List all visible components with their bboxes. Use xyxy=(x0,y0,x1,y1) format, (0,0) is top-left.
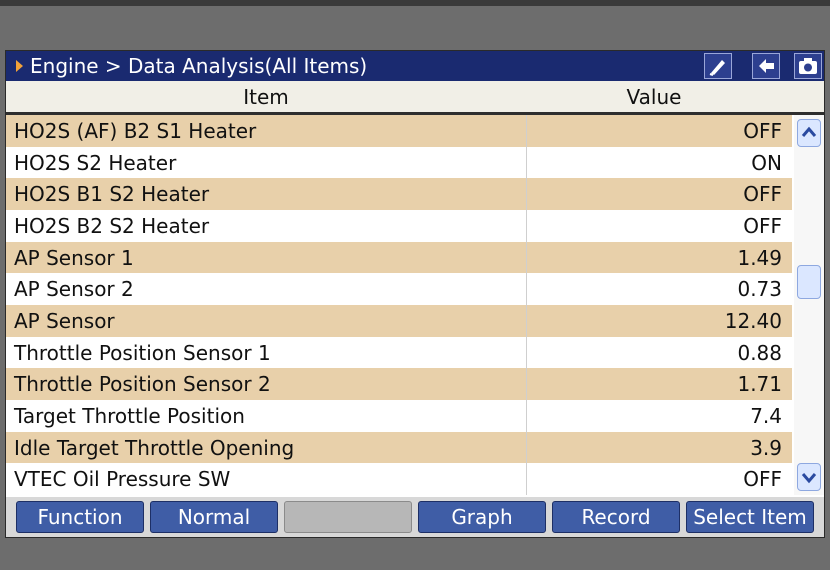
back-arrow-icon[interactable] xyxy=(752,53,780,79)
item-name: HO2S (AF) B2 S1 Heater xyxy=(14,119,257,143)
item-name: Idle Target Throttle Opening xyxy=(14,435,295,460)
item-value: 0.73 xyxy=(737,277,782,302)
column-divider xyxy=(526,209,527,242)
value-column-header: Value xyxy=(626,85,682,109)
column-divider xyxy=(526,146,527,179)
column-divider xyxy=(526,178,527,210)
scroll-thumb[interactable] xyxy=(797,265,821,299)
pen-icon[interactable] xyxy=(704,53,732,79)
table-row[interactable]: Throttle Position Sensor 1 0.88 xyxy=(6,336,792,369)
column-divider xyxy=(526,115,527,147)
item-name: Target Throttle Position xyxy=(14,403,245,428)
select-item-button[interactable]: Select Item xyxy=(686,501,814,533)
item-value: OFF xyxy=(743,182,782,207)
item-name: VTEC Oil Pressure SW xyxy=(14,467,231,492)
breadcrumb-arrow-icon xyxy=(16,60,23,72)
column-divider xyxy=(526,399,527,432)
item-name: Throttle Position Sensor 1 xyxy=(14,340,271,365)
item-value: 1.71 xyxy=(737,372,782,397)
top-strip xyxy=(0,0,830,6)
table-row[interactable]: AP Sensor 2 0.73 xyxy=(6,273,792,305)
item-name: AP Sensor 2 xyxy=(14,277,134,302)
table-row[interactable]: Throttle Position Sensor 2 1.71 xyxy=(6,368,792,400)
column-divider xyxy=(526,241,527,274)
table-row[interactable]: HO2S (AF) B2 S1 Heater OFF xyxy=(6,115,792,147)
column-divider xyxy=(526,273,527,305)
table-row[interactable]: HO2S S2 Heater ON xyxy=(6,146,792,179)
table-header: Item Value xyxy=(6,81,824,115)
blank-button[interactable] xyxy=(284,501,412,533)
column-divider xyxy=(526,368,527,400)
camera-icon[interactable] xyxy=(794,53,822,79)
table-row[interactable]: AP Sensor 12.40 xyxy=(6,304,792,337)
item-column-header: Item xyxy=(243,85,289,109)
column-divider xyxy=(526,304,527,337)
item-name: HO2S B1 S2 Heater xyxy=(14,182,210,207)
item-value: OFF xyxy=(743,119,782,143)
item-value: 12.40 xyxy=(724,308,782,333)
table-row[interactable]: Idle Target Throttle Opening 3.9 xyxy=(6,431,792,464)
vertical-scrollbar[interactable] xyxy=(794,115,824,495)
item-value: OFF xyxy=(743,467,782,492)
scroll-down-button[interactable] xyxy=(797,463,821,491)
item-value: 0.88 xyxy=(737,340,782,365)
item-value: 1.49 xyxy=(737,245,782,270)
record-button[interactable]: Record xyxy=(552,501,680,533)
item-value: OFF xyxy=(743,213,782,238)
item-value: ON xyxy=(751,150,782,175)
item-value: 7.4 xyxy=(750,403,782,428)
item-name: AP Sensor xyxy=(14,308,115,333)
function-button[interactable]: Function xyxy=(16,501,144,533)
scroll-up-button[interactable] xyxy=(797,119,821,147)
table-row[interactable]: HO2S B1 S2 Heater OFF xyxy=(6,178,792,210)
data-rows: HO2S (AF) B2 S1 Heater OFF HO2S S2 Heate… xyxy=(6,115,792,495)
column-divider xyxy=(526,463,527,495)
table-row[interactable]: Target Throttle Position 7.4 xyxy=(6,399,792,432)
chevron-up-icon xyxy=(801,126,817,137)
item-name: HO2S S2 Heater xyxy=(14,150,177,175)
normal-button[interactable]: Normal xyxy=(150,501,278,533)
item-name: AP Sensor 1 xyxy=(14,245,134,270)
table-row[interactable]: HO2S B2 S2 Heater OFF xyxy=(6,209,792,242)
column-divider xyxy=(526,336,527,369)
item-value: 3.9 xyxy=(750,435,782,460)
table-row[interactable]: VTEC Oil Pressure SW OFF xyxy=(6,463,792,495)
data-analysis-panel: Engine > Data Analysis(All Items) Item V… xyxy=(5,50,825,538)
table-row[interactable]: AP Sensor 1 1.49 xyxy=(6,241,792,274)
item-name: HO2S B2 S2 Heater xyxy=(14,213,210,238)
chevron-down-icon xyxy=(801,473,817,484)
item-name: Throttle Position Sensor 2 xyxy=(14,372,271,397)
title-bar: Engine > Data Analysis(All Items) xyxy=(6,51,824,81)
bottom-button-bar: Function Normal Graph Record Select Item xyxy=(6,497,824,537)
graph-button[interactable]: Graph xyxy=(418,501,546,533)
breadcrumb: Engine > Data Analysis(All Items) xyxy=(30,54,368,78)
column-divider xyxy=(526,431,527,464)
